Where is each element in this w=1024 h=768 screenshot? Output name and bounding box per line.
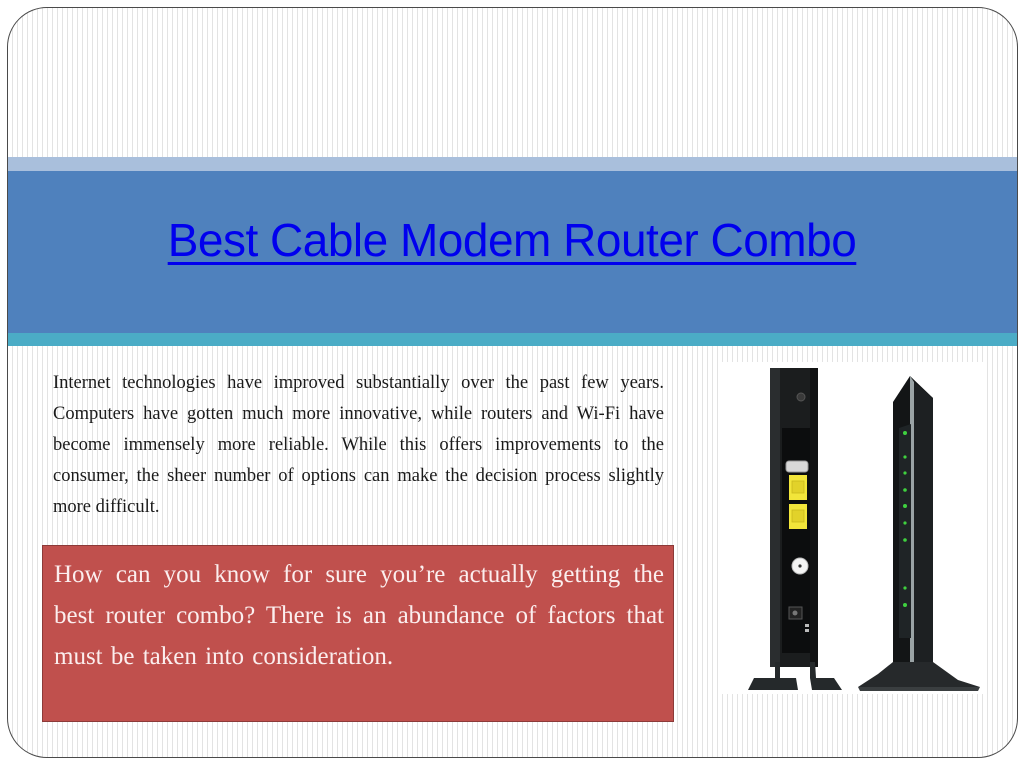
callout-paragraph: How can you know for sure you’re actuall… (54, 561, 664, 670)
reset-button-icon (796, 392, 806, 402)
usb-port-icon (785, 460, 809, 473)
led-downstream-icon (903, 455, 907, 459)
callout-box: How can you know for sure you’re actuall… (42, 545, 674, 722)
router-side-view (858, 376, 980, 691)
router-back-view (748, 368, 842, 690)
side-body-face (914, 382, 933, 662)
led-wps-icon (903, 586, 907, 590)
back-stand-right (810, 662, 842, 690)
led-internet-icon (903, 488, 907, 492)
power-switch-indicator (805, 629, 809, 632)
back-body-edge (770, 368, 780, 667)
intro-paragraph: Internet technologies have improved subs… (53, 373, 664, 517)
header-accent-band-bottom (8, 333, 1017, 346)
led-power-icon (903, 431, 907, 435)
slide-title-link[interactable]: Best Cable Modem Router Combo (0, 210, 1024, 270)
led-wifi-5-icon (903, 521, 907, 525)
side-stand-base (858, 687, 980, 691)
back-body-edge-right (810, 368, 818, 667)
power-switch-icon (805, 624, 809, 627)
power-jack-pin (792, 610, 798, 616)
lan1-socket (791, 480, 805, 494)
led-wifi-24-icon (903, 504, 907, 508)
side-stand (858, 662, 980, 687)
led-upstream-icon (903, 471, 907, 475)
router-illustration (748, 368, 980, 691)
led-ethernet-icon (903, 538, 907, 542)
header-accent-band-top (8, 157, 1017, 171)
coax-pin (798, 564, 802, 568)
product-image (718, 362, 985, 694)
led-wifi-button-icon (903, 603, 907, 607)
lan2-socket (791, 509, 805, 523)
